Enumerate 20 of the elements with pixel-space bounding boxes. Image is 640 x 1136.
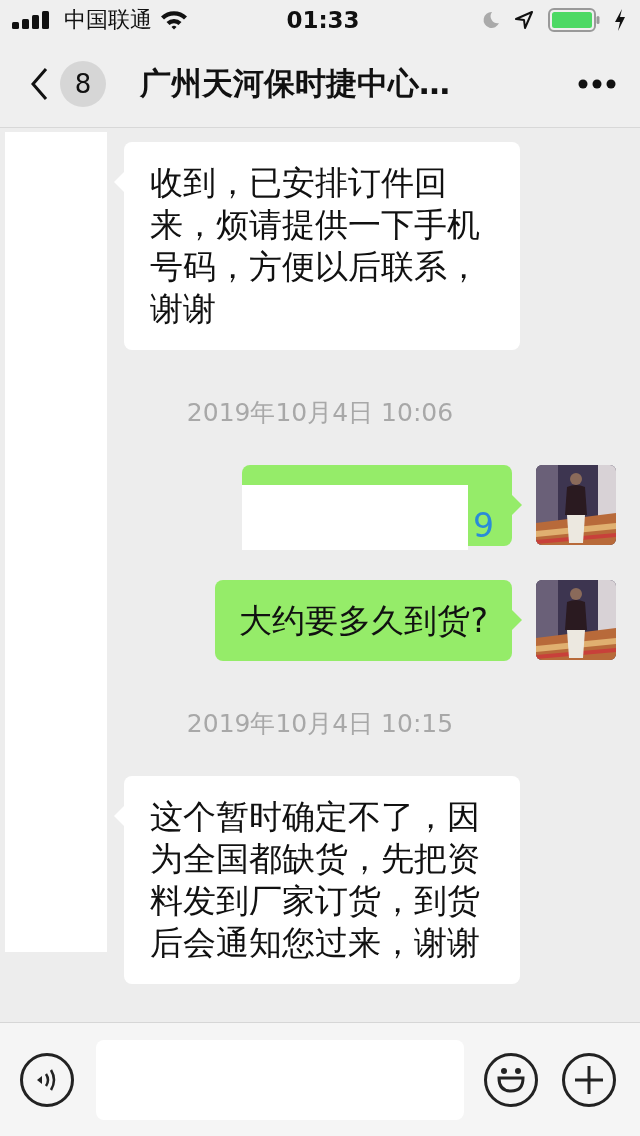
clock-time: 01:33	[285, 7, 361, 33]
message-text: 大约要多久到货?	[239, 600, 488, 642]
carrier-name: 中国联通	[64, 6, 152, 34]
timestamp: 2019年10月4日 10:06	[186, 397, 454, 429]
plus-icon	[575, 1065, 603, 1094]
charging-bolt-icon	[614, 9, 626, 31]
back-chevron-icon	[30, 66, 48, 101]
smiley-icon	[496, 1066, 526, 1093]
voice-button[interactable]	[20, 1052, 74, 1107]
chat-title: 广州天河保时捷中心…	[140, 63, 451, 103]
phone-number-link[interactable]: 9	[473, 504, 494, 547]
timestamp: 2019年10月4日 10:15	[186, 708, 454, 740]
unread-count-badge: 8	[60, 60, 106, 107]
battery-icon	[548, 8, 600, 32]
wifi-icon	[160, 10, 188, 30]
back-button[interactable]	[30, 66, 48, 101]
emoji-button[interactable]	[484, 1052, 538, 1107]
location-arrow-icon	[514, 10, 534, 30]
add-button[interactable]	[562, 1052, 616, 1107]
more-dots-icon	[578, 78, 616, 89]
